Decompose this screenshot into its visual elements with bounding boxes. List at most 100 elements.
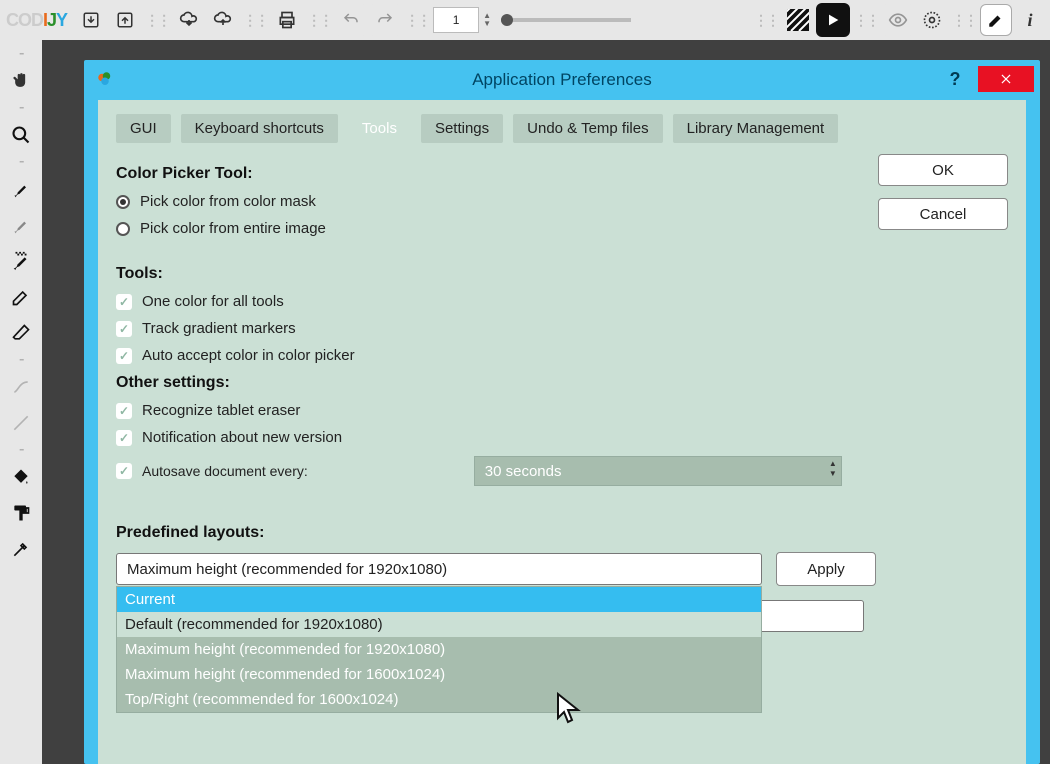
separator: ··· bbox=[8, 104, 34, 112]
select-value: 30 seconds bbox=[485, 463, 562, 480]
checkbox-tablet-eraser[interactable]: ✓ Recognize tablet eraser bbox=[116, 402, 876, 419]
diagonal-pattern-icon bbox=[787, 9, 809, 31]
radio-pick-entire[interactable]: Pick color from entire image bbox=[116, 220, 876, 237]
curve-tool[interactable] bbox=[4, 370, 38, 404]
bucket-tool[interactable] bbox=[4, 460, 38, 494]
tab-settings[interactable]: Settings bbox=[421, 114, 503, 143]
separator: ⋮⋮ bbox=[305, 12, 333, 29]
checkbox-label: Notification about new version bbox=[142, 429, 342, 446]
play-button[interactable] bbox=[816, 3, 850, 37]
open-button[interactable] bbox=[75, 4, 107, 36]
eyedropper-icon bbox=[11, 539, 31, 559]
pencil-tool[interactable] bbox=[4, 280, 38, 314]
undo-button[interactable] bbox=[335, 4, 367, 36]
line-tool[interactable] bbox=[4, 406, 38, 440]
dialog-body: GUI Keyboard shortcuts Tools Settings Un… bbox=[98, 100, 1026, 764]
cursor-icon bbox=[556, 692, 584, 726]
checkbox-one-color[interactable]: ✓One color for all tools bbox=[116, 293, 876, 310]
info-button[interactable]: i bbox=[1014, 4, 1046, 36]
radio-pick-mask[interactable]: Pick color from color mask bbox=[116, 193, 876, 210]
dialog-title: Application Preferences bbox=[84, 60, 1040, 100]
autosave-interval-select[interactable]: 30 seconds ▲▼ bbox=[474, 456, 842, 486]
dropdown-item-default[interactable]: Default (recommended for 1920x1080) bbox=[117, 612, 761, 637]
page-spinner[interactable]: ▲▼ bbox=[483, 12, 491, 28]
pattern-button[interactable] bbox=[782, 4, 814, 36]
pencil-icon bbox=[987, 11, 1005, 29]
tabs-bar: GUI Keyboard shortcuts Tools Settings Un… bbox=[116, 114, 1008, 143]
dropdown-item-maxh-1920[interactable]: Maximum height (recommended for 1920x108… bbox=[117, 637, 761, 662]
close-button[interactable] bbox=[978, 66, 1034, 92]
visibility-button[interactable] bbox=[882, 4, 914, 36]
top-toolbar: CODIJY ⋮⋮ ⋮⋮ ⋮⋮ ⋮⋮ 1 ▲▼ ⋮⋮ ⋮⋮ ⋮⋮ i bbox=[0, 0, 1050, 40]
tab-keyboard[interactable]: Keyboard shortcuts bbox=[181, 114, 338, 143]
redo-button[interactable] bbox=[369, 4, 401, 36]
checkbox-autosave-label: Autosave document every: bbox=[142, 463, 308, 479]
checkbox-notify-version[interactable]: ✓Notification about new version bbox=[116, 429, 876, 446]
curve-icon bbox=[11, 377, 31, 397]
hand-tool[interactable] bbox=[4, 64, 38, 98]
checkbox-track-gradient[interactable]: ✓Track gradient markers bbox=[116, 320, 876, 337]
printer-icon bbox=[277, 10, 297, 30]
help-button[interactable]: ? bbox=[942, 66, 968, 92]
pattern-brush-tool[interactable] bbox=[4, 244, 38, 278]
zoom-tool[interactable] bbox=[4, 118, 38, 152]
mouse-cursor bbox=[556, 692, 584, 726]
eraser-tool[interactable] bbox=[4, 316, 38, 350]
section-color-picker: Color Picker Tool: bbox=[116, 165, 876, 183]
checkbox-label: Recognize tablet eraser bbox=[142, 402, 300, 419]
redo-icon bbox=[376, 11, 394, 29]
cloud-download-icon bbox=[179, 10, 199, 30]
layout-select[interactable]: Maximum height (recommended for 1920x108… bbox=[116, 553, 762, 585]
tab-undo[interactable]: Undo & Temp files bbox=[513, 114, 662, 143]
aperture-button[interactable] bbox=[916, 4, 948, 36]
cloud-up-button[interactable] bbox=[207, 4, 239, 36]
brush-tool[interactable] bbox=[4, 172, 38, 206]
info-icon: i bbox=[1027, 10, 1032, 31]
separator: ··· bbox=[8, 158, 34, 166]
aperture-icon bbox=[922, 10, 942, 30]
page-number-input[interactable]: 1 bbox=[433, 7, 479, 33]
download-box-icon bbox=[82, 11, 100, 29]
checkbox-auto-accept[interactable]: ✓Auto accept color in color picker bbox=[116, 347, 876, 364]
gradient-brush-tool[interactable] bbox=[4, 208, 38, 242]
separator: ··· bbox=[8, 50, 34, 58]
magnifier-icon bbox=[11, 125, 31, 145]
checkbox-label: One color for all tools bbox=[142, 293, 284, 310]
eyedropper-tool[interactable] bbox=[4, 532, 38, 566]
gradient-brush-icon bbox=[11, 215, 31, 235]
preferences-dialog: Application Preferences ? GUI Keyboard s… bbox=[84, 60, 1040, 764]
separator: ⋮⋮ bbox=[241, 12, 269, 29]
zoom-slider[interactable] bbox=[501, 18, 631, 22]
tab-gui[interactable]: GUI bbox=[116, 114, 171, 143]
cloud-upload-icon bbox=[213, 10, 233, 30]
select-spinner[interactable]: ▲▼ bbox=[829, 459, 837, 479]
checkbox-icon: ✓ bbox=[116, 348, 132, 364]
separator: ⋮⋮ bbox=[143, 12, 171, 29]
layout-dropdown: Current Default (recommended for 1920x10… bbox=[116, 586, 762, 713]
separator: ⋮⋮ bbox=[950, 12, 978, 29]
roller-tool[interactable] bbox=[4, 496, 38, 530]
dropdown-item-current[interactable]: Current bbox=[117, 587, 761, 612]
save-button[interactable] bbox=[109, 4, 141, 36]
print-button[interactable] bbox=[271, 4, 303, 36]
checkbox-icon: ✓ bbox=[116, 403, 132, 419]
ok-button[interactable]: OK bbox=[878, 154, 1008, 186]
cloud-down-button[interactable] bbox=[173, 4, 205, 36]
tab-library[interactable]: Library Management bbox=[673, 114, 839, 143]
left-toolbar: ··· ··· ··· ··· ··· bbox=[0, 40, 42, 764]
section-other: Other settings: bbox=[116, 374, 876, 392]
edit-button[interactable] bbox=[980, 4, 1012, 36]
dialog-action-buttons: OK Cancel bbox=[878, 154, 1008, 230]
apply-button[interactable]: Apply bbox=[776, 552, 876, 586]
checkbox-icon: ✓ bbox=[116, 321, 132, 337]
tab-tools[interactable]: Tools bbox=[348, 114, 411, 143]
line-icon bbox=[11, 413, 31, 433]
dropdown-item-topright[interactable]: Top/Right (recommended for 1600x1024) bbox=[117, 687, 761, 712]
eye-icon bbox=[888, 10, 908, 30]
dropdown-item-maxh-1600[interactable]: Maximum height (recommended for 1600x102… bbox=[117, 662, 761, 687]
bucket-icon bbox=[11, 467, 31, 487]
hand-icon bbox=[11, 71, 31, 91]
separator: ⋮⋮ bbox=[752, 12, 780, 29]
pencil-outline-icon bbox=[11, 287, 31, 307]
cancel-button[interactable]: Cancel bbox=[878, 198, 1008, 230]
